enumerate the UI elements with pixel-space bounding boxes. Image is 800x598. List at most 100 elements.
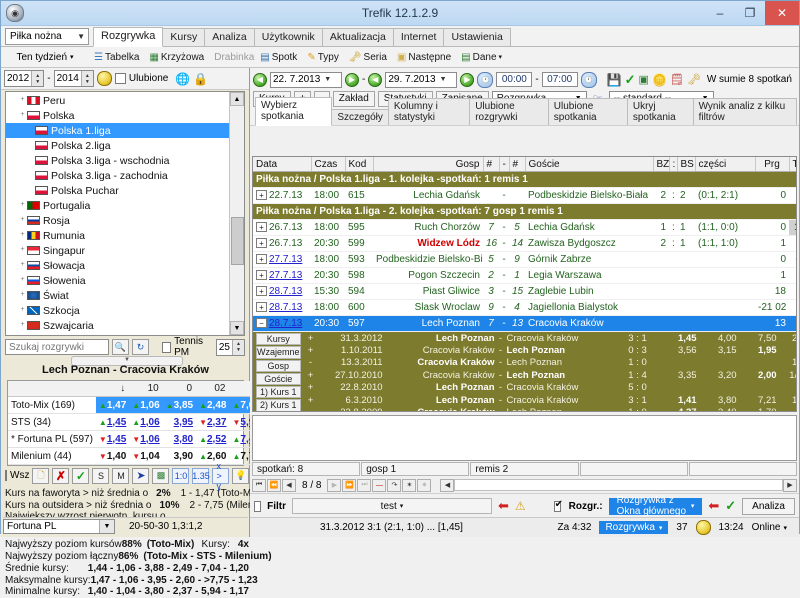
globe-icon[interactable]: 🌐: [175, 72, 190, 86]
matches-grid[interactable]: DataCzasKodGosp#-#GościeBZ:BSczęściPrgTr…: [252, 156, 797, 412]
subtab-wynik-analiz[interactable]: Wynik analiz z kilku filtrów: [693, 98, 797, 125]
refresh-yellow-icon[interactable]: [97, 71, 112, 86]
button-s[interactable]: S: [92, 468, 109, 484]
main-window-button[interactable]: Rozgrywka z Okna głównego▾: [609, 498, 703, 515]
odds-value[interactable]: ▲3,85: [163, 397, 196, 414]
table-row[interactable]: +28.7.1315:30594Piast Gliwice3-15Zaglebi…: [253, 284, 797, 300]
tree-item-peru[interactable]: +Peru: [6, 93, 230, 108]
expand-icon[interactable]: +: [256, 270, 267, 280]
cell-date[interactable]: −28.7.13: [253, 316, 311, 332]
expand-icon[interactable]: −: [256, 318, 267, 328]
button-m[interactable]: M: [112, 468, 129, 484]
expand-icon[interactable]: +: [256, 222, 267, 232]
time-to-input[interactable]: 07:00: [542, 72, 578, 87]
detail-button-go-cie[interactable]: Goście: [256, 373, 301, 385]
nav-next-page-icon[interactable]: ⏩: [342, 479, 356, 492]
subtab-ukryj-spotkania[interactable]: Ukryj spotkania: [627, 98, 694, 125]
arrow-left-red-2-icon[interactable]: ⬅: [708, 498, 719, 514]
odds-value[interactable]: ▲1,06: [129, 397, 162, 414]
detail-button-kursy[interactable]: Kursy: [256, 333, 301, 345]
h2h-row[interactable]: +6.3.2010Lech Poznan-Cracovia Kraków3 : …: [303, 394, 797, 406]
nav-last-icon[interactable]: ⏭: [357, 479, 371, 492]
bulb-icon[interactable]: 💡: [232, 468, 249, 484]
tree-item-polska-puchar[interactable]: Polska Puchar: [6, 183, 230, 198]
nav-star-off-icon[interactable]: ✷: [417, 479, 431, 492]
odds-value[interactable]: ▲1,47: [96, 397, 129, 414]
tree-item-singapur[interactable]: +Singapur: [6, 243, 230, 258]
odds-col-2[interactable]: 10: [129, 381, 162, 397]
dane-button[interactable]: ▤ Dane ▾: [456, 47, 507, 67]
lock-icon[interactable]: 🔒: [193, 72, 208, 86]
grid-col-2[interactable]: Kod: [345, 157, 373, 172]
tab-uzytkownik[interactable]: Użytkownik: [254, 28, 323, 46]
tennis-pm-checkbox[interactable]: [162, 342, 171, 353]
cell-home[interactable]: Widzew Lódz: [373, 236, 483, 252]
odds-value[interactable]: ▲2,52: [196, 431, 229, 448]
expand-icon[interactable]: +: [256, 254, 267, 264]
key2-icon[interactable]: 🗝: [687, 73, 701, 86]
analiza-button[interactable]: Analiza: [742, 498, 795, 515]
h2h-row[interactable]: +22.8.2010Lech Poznan-Cracovia Kraków5 :…: [303, 382, 797, 394]
table-row[interactable]: +27.7.1318:00593Podbeskidzie Bielsko-Bia…: [253, 252, 797, 268]
filter-checkbox[interactable]: [254, 501, 261, 512]
odds-value[interactable]: ▼1,40: [96, 448, 129, 465]
typy-button[interactable]: ✎ Typy: [302, 47, 344, 67]
time-from-input[interactable]: 00:00: [496, 72, 532, 87]
odds-col-4[interactable]: 02: [196, 381, 229, 397]
odds-value[interactable]: ▼2,37: [196, 414, 229, 431]
tab-aktualizacja[interactable]: Aktualizacja: [322, 28, 394, 46]
rozgr-checkbox[interactable]: [554, 501, 561, 512]
search-icon[interactable]: 🔍: [112, 339, 129, 355]
krzyzowa-button[interactable]: ▦ Krzyżowa: [144, 47, 209, 67]
filter-preset-dropdown[interactable]: test▾: [292, 498, 492, 514]
nav-star-icon[interactable]: ✶: [402, 479, 416, 492]
tab-rozgrywka[interactable]: Rozgrywka: [93, 27, 163, 47]
coins-icon[interactable]: 🪙: [652, 73, 667, 87]
odds-value[interactable]: 3,95: [163, 414, 196, 431]
odds-value[interactable]: ▲1,45: [96, 414, 129, 431]
new-doc-icon[interactable]: 🗋: [32, 468, 49, 484]
h2h-row[interactable]: +31.3.2012Lech Poznan-Cracovia Kraków3 :…: [303, 332, 797, 344]
detail-button-2-kurs-1[interactable]: 2) Kurs 1: [256, 399, 301, 411]
search-input[interactable]: [5, 339, 109, 355]
refresh-icon[interactable]: ↻: [132, 339, 149, 355]
cell-date[interactable]: +26.7.13: [253, 220, 311, 236]
grid-col-4[interactable]: #: [483, 157, 499, 172]
grid-col-10[interactable]: BS: [677, 157, 695, 172]
expand-icon[interactable]: +: [256, 302, 267, 312]
odds-value[interactable]: ▼1,45: [96, 431, 129, 448]
period-dropdown[interactable]: Ten tydzień▾: [1, 47, 89, 67]
cell-home[interactable]: Piast Gliwice: [373, 284, 483, 300]
scroll-down-icon[interactable]: ▼: [230, 321, 244, 335]
year-to-spinner[interactable]: 2014 ▲▼: [54, 70, 94, 87]
cell-home[interactable]: Lech Poznan: [373, 316, 483, 332]
expand-icon[interactable]: +: [18, 111, 27, 120]
edit-icon[interactable]: 🗒: [670, 73, 684, 86]
date-prev-icon[interactable]: ◀: [253, 73, 267, 87]
subtab-wybierz-spotkania[interactable]: Wybierz spotkania: [255, 97, 332, 126]
grid-col-7[interactable]: Goście: [525, 157, 653, 172]
table-row[interactable]: −28.7.1320:30597Lech Poznan7-13Cracovia …: [253, 316, 797, 332]
button-x-gt-y[interactable]: x > y: [212, 468, 229, 484]
scrollbar-thumb[interactable]: [231, 217, 244, 265]
cell-home[interactable]: Lechia Gdańsk: [373, 188, 483, 204]
tree-item--wiat[interactable]: +Świat: [6, 288, 230, 303]
nav-delete-icon[interactable]: —: [372, 479, 386, 492]
odds-value[interactable]: ▲2,48: [196, 397, 229, 414]
button-1-0[interactable]: 1:0: [172, 468, 189, 484]
tabelka-button[interactable]: ☰ Tabelka: [89, 47, 144, 67]
cell-date[interactable]: +27.7.13: [253, 268, 311, 284]
notes-pane[interactable]: [252, 415, 797, 461]
subtab-ulubione-rozgrywki[interactable]: Ulubione rozgrywki: [469, 98, 549, 125]
expand-icon[interactable]: [26, 171, 35, 180]
calculator-icon[interactable]: ▩: [152, 468, 169, 484]
tree-item-rosja[interactable]: +Rosja: [6, 213, 230, 228]
clock-from-icon[interactable]: 🕐: [477, 72, 493, 88]
cell-date[interactable]: +28.7.13: [253, 300, 311, 316]
expand-icon[interactable]: +: [18, 246, 27, 255]
table-row[interactable]: +28.7.1318:00600Slask Wroclaw9-4Jagiello…: [253, 300, 797, 316]
h2h-row[interactable]: -13.3.2011Cracovia Kraków-Lech Poznan1 :…: [303, 357, 797, 369]
spotkania-button[interactable]: ▤ Spotk: [255, 47, 302, 67]
tab-kursy[interactable]: Kursy: [162, 28, 205, 46]
nav-prev-page-icon[interactable]: ⏪: [267, 479, 281, 492]
